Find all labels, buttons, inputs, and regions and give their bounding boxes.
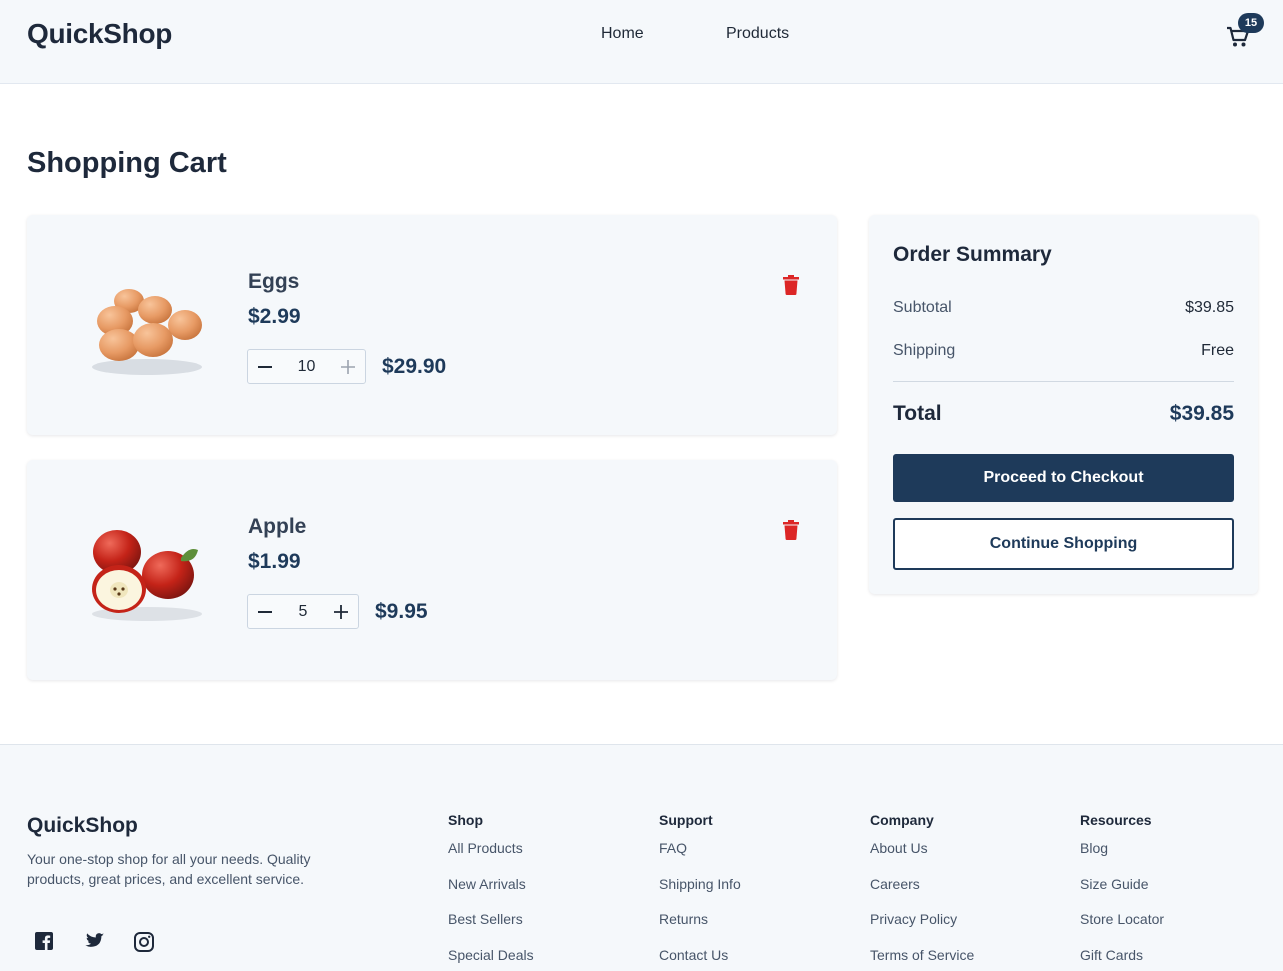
footer-column-shop: Shop All Products New Arrivals Best Sell…: [448, 812, 534, 963]
cart-count-badge: 15: [1238, 13, 1264, 33]
decrease-quantity-button[interactable]: [248, 350, 282, 383]
site-footer: QuickShop Your one-stop shop for all you…: [0, 744, 1283, 971]
remove-item-button[interactable]: [783, 275, 803, 297]
item-price: $1.99: [248, 550, 301, 573]
summary-divider: [893, 381, 1234, 382]
eggs-image: [92, 289, 202, 375]
shipping-value: Free: [1201, 342, 1234, 359]
order-summary: Order Summary Subtotal $39.85 Shipping F…: [869, 215, 1258, 594]
quantity-stepper: 5: [247, 594, 359, 629]
plus-icon: [334, 604, 348, 619]
increase-quantity-button[interactable]: [331, 350, 365, 383]
footer-link-privacy-policy[interactable]: Privacy Policy: [870, 911, 957, 931]
facebook-link[interactable]: [35, 932, 55, 952]
item-line-total: $29.90: [382, 355, 447, 378]
footer-link-gift-cards[interactable]: Gift Cards: [1080, 947, 1143, 967]
page-title: Shopping Cart: [27, 147, 227, 179]
total-row: Total $39.85: [893, 402, 1234, 426]
decrease-quantity-button[interactable]: [248, 595, 282, 628]
facebook-icon: [35, 932, 53, 950]
twitter-icon: [85, 933, 104, 947]
footer-column-title: Support: [659, 812, 713, 828]
site-header: QuickShop Home Products 15: [0, 0, 1283, 84]
footer-link-new-arrivals[interactable]: New Arrivals: [448, 876, 526, 896]
footer-link-shipping-info[interactable]: Shipping Info: [659, 876, 741, 896]
minus-icon: [258, 365, 272, 368]
quantity-stepper: 10: [247, 349, 366, 384]
remove-item-button[interactable]: [783, 520, 803, 542]
summary-title: Order Summary: [893, 243, 1052, 266]
shipping-label: Shipping: [893, 342, 956, 359]
increase-quantity-button[interactable]: [324, 595, 358, 628]
item-price: $2.99: [248, 305, 301, 328]
footer-column-resources: Resources Blog Size Guide Store Locator …: [1080, 812, 1164, 963]
footer-link-terms-of-service[interactable]: Terms of Service: [870, 947, 974, 967]
footer-link-faq[interactable]: FAQ: [659, 840, 687, 860]
site-logo[interactable]: QuickShop: [27, 18, 172, 50]
footer-column-support: Support FAQ Shipping Info Returns Contac…: [659, 812, 741, 963]
footer-link-returns[interactable]: Returns: [659, 911, 708, 931]
footer-link-special-deals[interactable]: Special Deals: [448, 947, 534, 967]
subtotal-value: $39.85: [1185, 299, 1234, 316]
trash-icon: [783, 520, 799, 540]
nav-home-link[interactable]: Home: [601, 25, 644, 43]
footer-link-blog[interactable]: Blog: [1080, 840, 1108, 860]
footer-link-size-guide[interactable]: Size Guide: [1080, 876, 1148, 896]
minus-icon: [258, 610, 272, 613]
footer-link-all-products[interactable]: All Products: [448, 840, 523, 860]
shipping-row: Shipping Free: [893, 342, 1234, 360]
total-label: Total: [893, 402, 942, 425]
footer-column-company: Company About Us Careers Privacy Policy …: [870, 812, 974, 963]
trash-icon: [783, 275, 799, 295]
item-line-total: $9.95: [375, 600, 428, 623]
cart-item: Eggs $2.99 10 $29.90: [27, 215, 837, 435]
footer-column-title: Shop: [448, 812, 483, 828]
nav-products-link[interactable]: Products: [726, 25, 789, 43]
apple-image: [92, 530, 202, 621]
subtotal-row: Subtotal $39.85: [893, 299, 1234, 317]
plus-icon: [341, 359, 355, 374]
footer-link-contact-us[interactable]: Contact Us: [659, 947, 728, 967]
cart-button[interactable]: 15: [1224, 13, 1268, 56]
footer-link-store-locator[interactable]: Store Locator: [1080, 911, 1164, 931]
item-name: Eggs: [248, 270, 300, 293]
footer-column-title: Resources: [1080, 812, 1152, 828]
cart-item: Apple $1.99 5 $9.95: [27, 460, 837, 680]
quantity-value[interactable]: 10: [282, 358, 331, 376]
total-value: $39.85: [1169, 402, 1234, 425]
checkout-button[interactable]: Proceed to Checkout: [893, 454, 1234, 502]
item-name: Apple: [248, 515, 307, 538]
footer-link-about-us[interactable]: About Us: [870, 840, 928, 860]
instagram-link[interactable]: [134, 932, 154, 952]
footer-description: Your one-stop shop for all your needs. Q…: [27, 851, 311, 887]
footer-column-title: Company: [870, 812, 934, 828]
continue-shopping-button[interactable]: Continue Shopping: [893, 518, 1234, 570]
footer-link-best-sellers[interactable]: Best Sellers: [448, 911, 523, 931]
instagram-icon: [134, 932, 154, 952]
footer-link-careers[interactable]: Careers: [870, 876, 920, 896]
twitter-link[interactable]: [84, 932, 104, 952]
quantity-value[interactable]: 5: [282, 603, 324, 621]
subtotal-label: Subtotal: [893, 299, 952, 316]
footer-brand: QuickShop: [27, 814, 138, 837]
